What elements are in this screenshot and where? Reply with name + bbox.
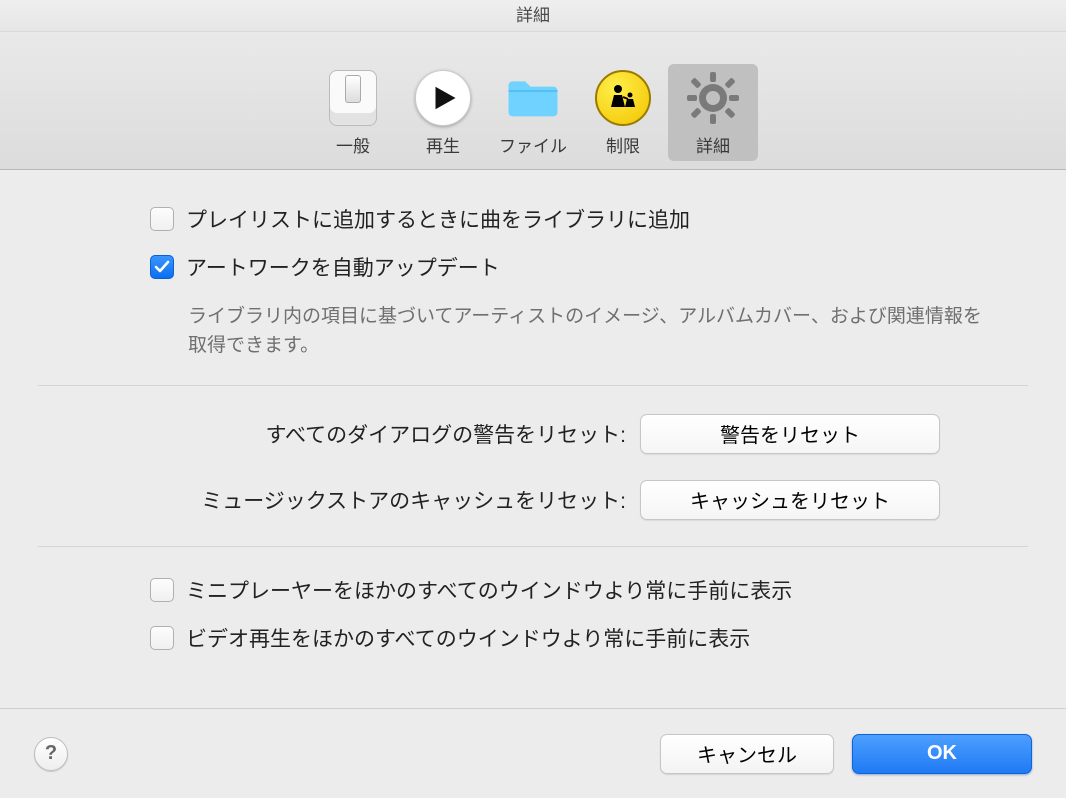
window-title: 詳細	[0, 0, 1066, 32]
folder-icon	[505, 70, 561, 126]
checkbox-miniplayer-on-top-label: ミニプレーヤーをほかのすべてのウインドウより常に手前に表示	[186, 575, 792, 605]
divider	[38, 385, 1028, 386]
reset-warnings-label: すべてのダイアログの警告をリセット:	[0, 419, 640, 449]
checkbox-add-to-library-label: プレイリストに追加するときに曲をライブラリに追加	[186, 204, 690, 234]
checkbox-add-to-library[interactable]	[150, 207, 174, 231]
checkbox-auto-artwork-label: アートワークを自動アップデート	[186, 252, 500, 282]
checkbox-miniplayer-on-top[interactable]	[150, 578, 174, 602]
reset-cache-label: ミュージックストアのキャッシュをリセット:	[0, 485, 640, 515]
tab-general[interactable]: 一般	[308, 64, 398, 161]
divider	[38, 546, 1028, 547]
auto-artwork-description: ライブラリ内の項目に基づいてアーティストのイメージ、アルバムカバー、および関連情…	[0, 300, 1066, 361]
tab-advanced-label: 詳細	[696, 132, 730, 157]
tab-playback[interactable]: 再生	[398, 64, 488, 161]
preferences-toolbar: 一般 再生 ファイル	[0, 32, 1066, 170]
play-icon	[415, 70, 471, 126]
checkbox-video-on-top-label: ビデオ再生をほかのすべてのウインドウより常に手前に表示	[186, 623, 750, 653]
tab-general-label: 一般	[336, 132, 370, 157]
tab-files[interactable]: ファイル	[488, 64, 578, 161]
tab-restrictions-label: 制限	[606, 132, 640, 157]
cancel-button[interactable]: キャンセル	[660, 734, 834, 774]
tab-playback-label: 再生	[426, 132, 460, 157]
dialog-footer: ? キャンセル OK	[0, 708, 1066, 798]
reset-cache-button[interactable]: キャッシュをリセット	[640, 480, 940, 520]
advanced-pane: プレイリストに追加するときに曲をライブラリに追加 アートワークを自動アップデート…	[0, 170, 1066, 653]
tab-restrictions[interactable]: 制限	[578, 64, 668, 161]
gear-icon	[685, 70, 741, 126]
checkbox-auto-artwork[interactable]	[150, 255, 174, 279]
reset-warnings-button[interactable]: 警告をリセット	[640, 414, 940, 454]
tab-advanced[interactable]: 詳細	[668, 64, 758, 161]
checkbox-video-on-top[interactable]	[150, 626, 174, 650]
tab-files-label: ファイル	[499, 132, 567, 157]
help-button[interactable]: ?	[34, 737, 68, 771]
ok-button[interactable]: OK	[852, 734, 1032, 774]
parental-icon	[595, 70, 651, 126]
switch-icon	[325, 70, 381, 126]
